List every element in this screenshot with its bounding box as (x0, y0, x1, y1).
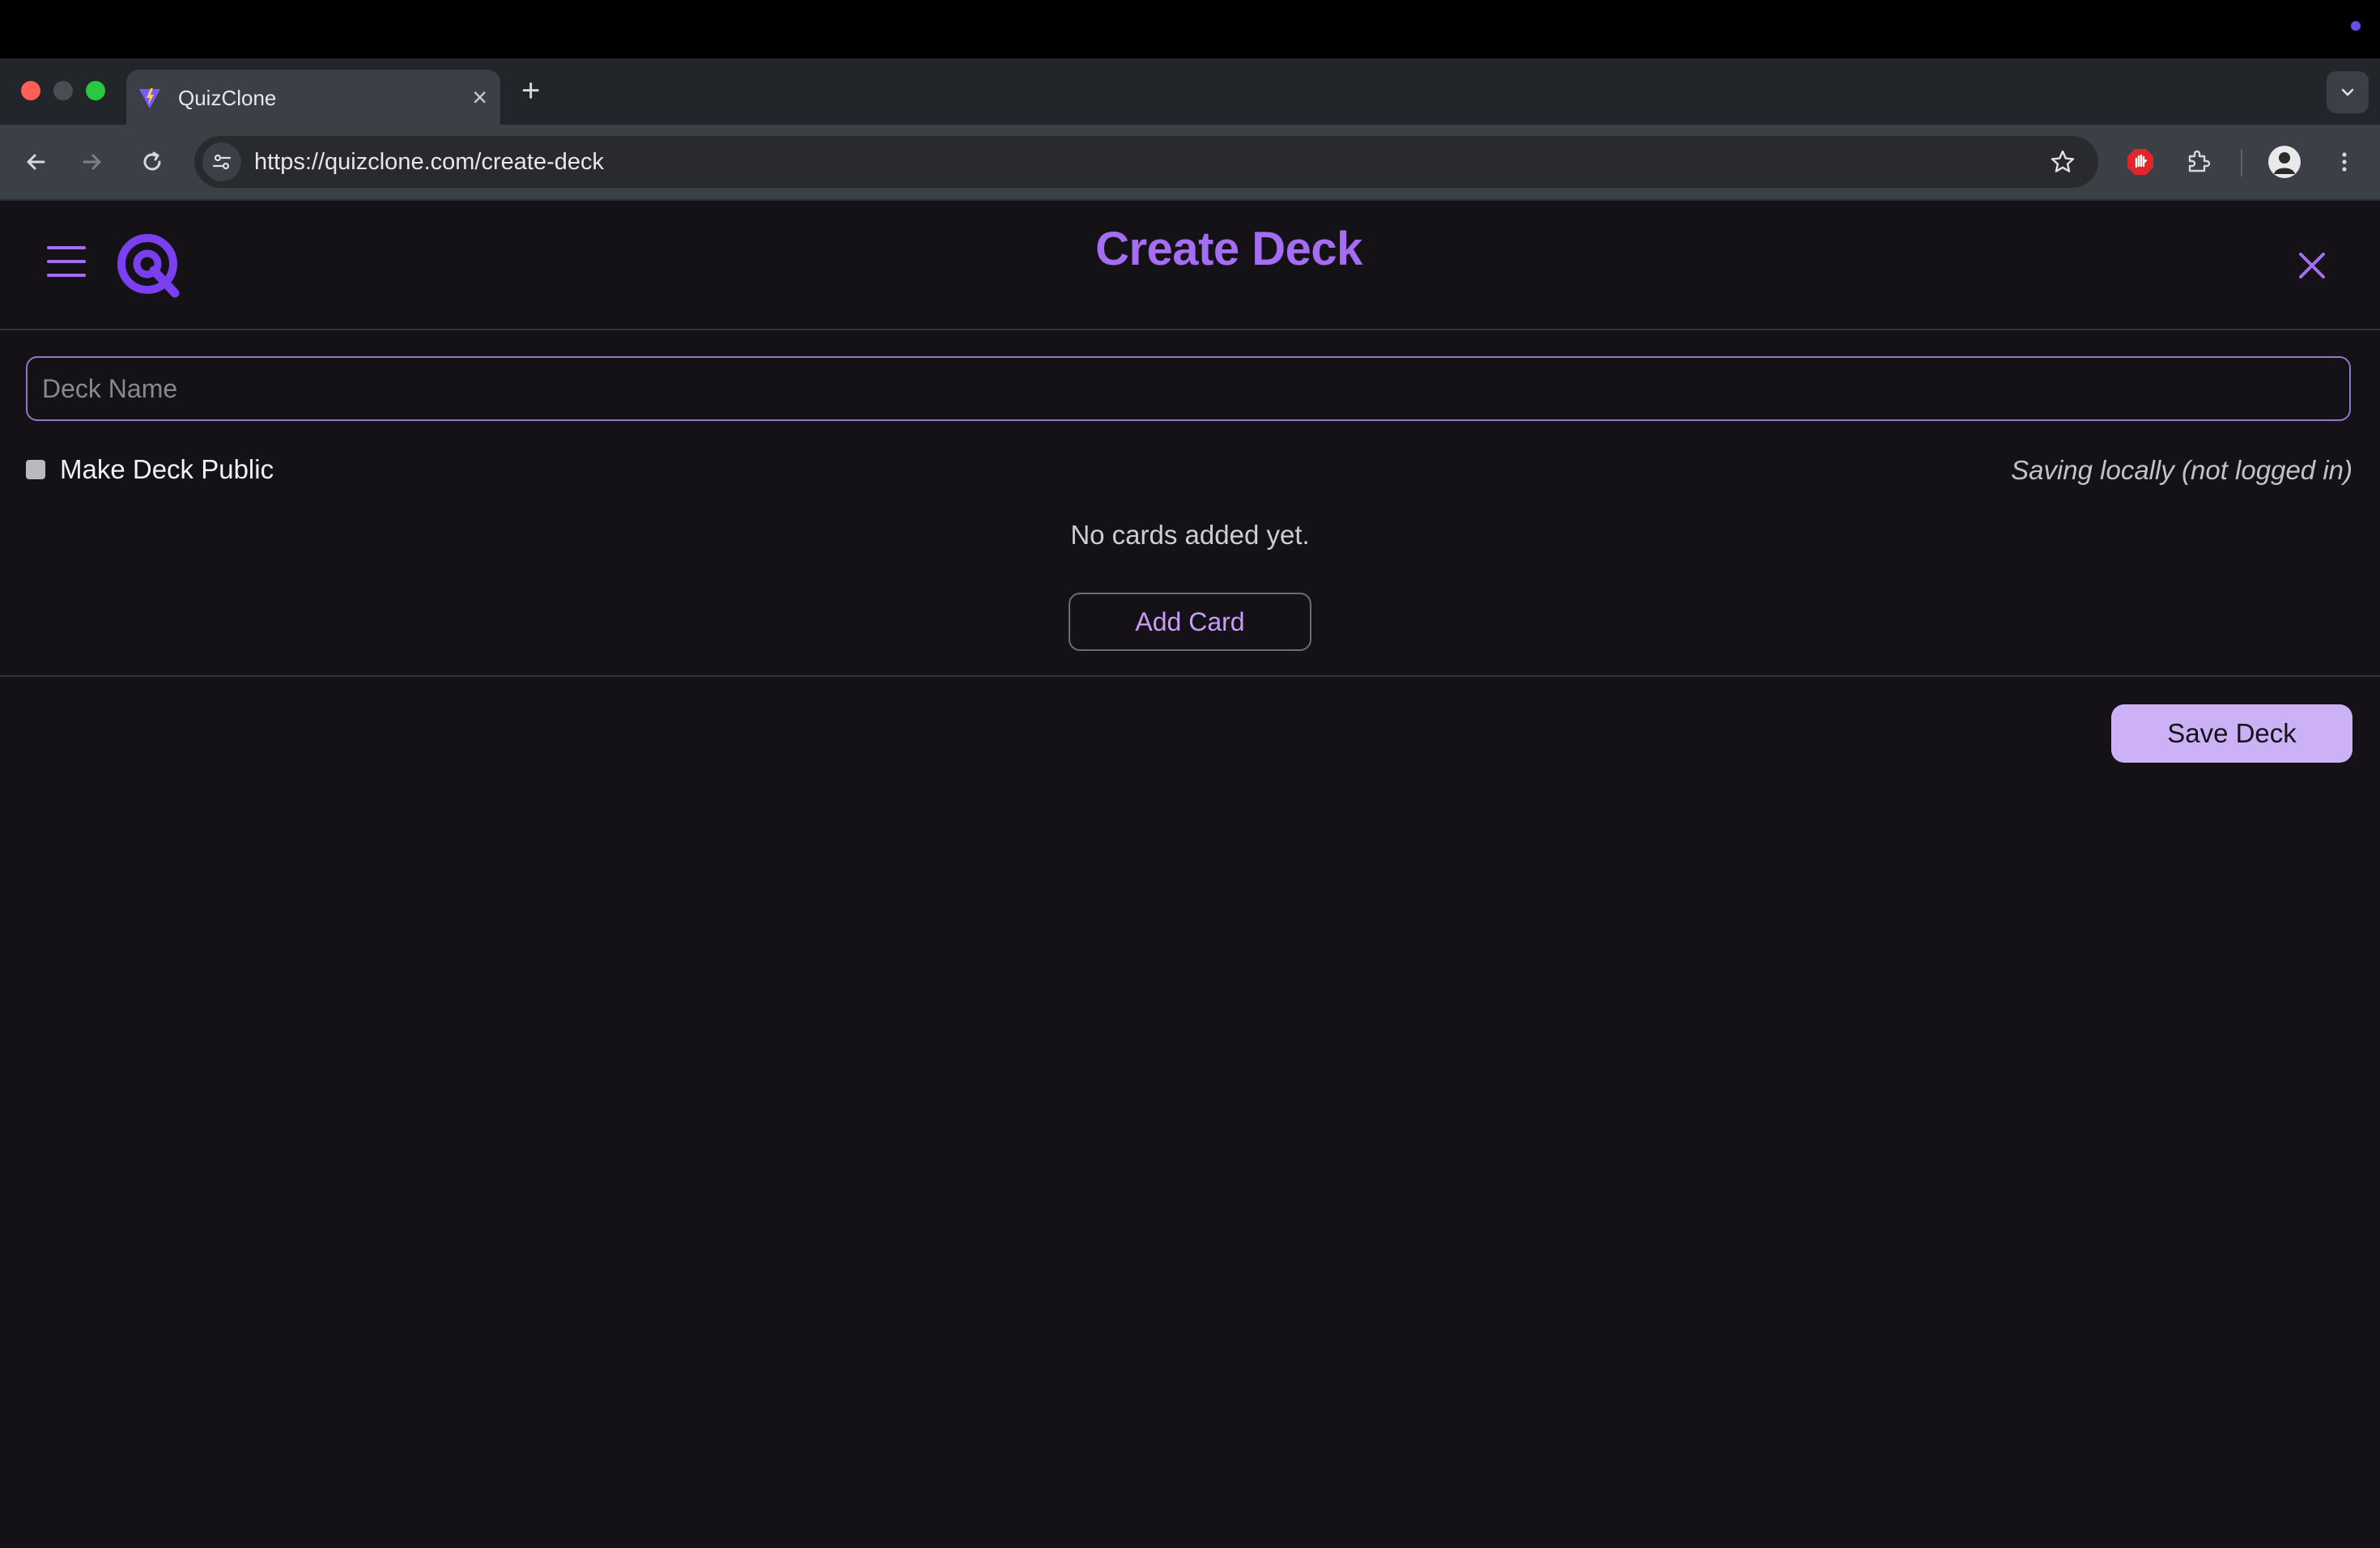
more-vertical-icon (2342, 152, 2347, 172)
close-icon[interactable] (2293, 246, 2331, 285)
browser-tab-strip: QuizClone × + (0, 58, 2380, 125)
empty-cards-message: No cards added yet. (1070, 520, 1310, 550)
extension-adblock-button[interactable] (2121, 142, 2160, 181)
page-title: Create Deck (1095, 223, 1362, 275)
avatar-icon (2268, 146, 2301, 178)
back-button[interactable] (16, 142, 55, 181)
arrow-left-icon (27, 154, 45, 170)
tune-icon (212, 154, 232, 170)
reload-button[interactable] (133, 142, 172, 181)
chevron-down-icon (2341, 88, 2354, 96)
tab-search-button[interactable] (2327, 71, 2369, 113)
make-public-label[interactable]: Make Deck Public (60, 454, 274, 485)
tab-close-icon[interactable]: × (472, 81, 487, 113)
reload-icon (143, 151, 161, 171)
browser-tab-active[interactable]: QuizClone × (126, 70, 500, 125)
bookmark-button[interactable] (2046, 146, 2079, 178)
toolbar-divider (2241, 149, 2242, 176)
tab-title: QuizClone (178, 86, 277, 110)
window-zoom-button[interactable] (86, 81, 105, 100)
make-public-checkbox[interactable] (26, 460, 45, 479)
browser-menu-button[interactable] (2325, 142, 2364, 181)
extensions-button[interactable] (2179, 142, 2218, 181)
make-public-row[interactable]: Make Deck Public (26, 453, 274, 486)
window-minimize-button[interactable] (53, 81, 73, 100)
os-menu-bar (0, 0, 2380, 58)
deck-name-input[interactable] (26, 356, 2351, 421)
site-info-button[interactable] (202, 142, 241, 181)
stop-hand-icon (2127, 149, 2153, 175)
puzzle-icon (2188, 150, 2211, 172)
star-icon (2051, 150, 2075, 172)
window-close-button[interactable] (21, 81, 40, 100)
section-divider (0, 675, 2380, 677)
vite-favicon-icon (139, 88, 160, 108)
arrow-right-icon (83, 154, 101, 170)
browser-toolbar: https://quizclone.com/create-deck (0, 125, 2380, 201)
forward-button[interactable] (73, 142, 112, 181)
new-tab-button[interactable]: + (521, 74, 540, 107)
add-card-button[interactable]: Add Card (1069, 593, 1311, 651)
address-bar[interactable]: https://quizclone.com/create-deck (194, 136, 2098, 188)
save-deck-button[interactable]: Save Deck (2111, 704, 2352, 763)
url-text[interactable]: https://quizclone.com/create-deck (254, 149, 604, 176)
saving-status-text: Saving locally (not logged in) (2011, 455, 2352, 485)
profile-button[interactable] (2265, 142, 2304, 181)
app-header: Create Deck (0, 201, 2380, 330)
status-dot-icon (2351, 21, 2361, 31)
